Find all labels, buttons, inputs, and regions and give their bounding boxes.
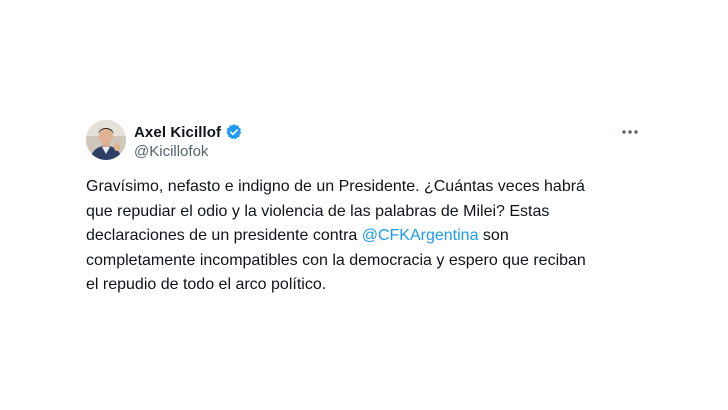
tweet-text-line: el repudio de todo el arco político. (86, 276, 327, 293)
verified-badge-icon (225, 123, 243, 141)
avatar-image (86, 120, 126, 160)
author-handle[interactable]: @Kicillofok (134, 143, 208, 160)
tweet-text: Gravísimo, nefasto e indigno de un Presi… (86, 175, 646, 298)
more-options-icon[interactable] (616, 122, 644, 142)
tweet-text-line: completamente incompatibles con la democ… (86, 251, 586, 269)
mention-link[interactable]: @CFKArgentina (362, 227, 479, 244)
tweet-text-line: declaraciones de un presidente contra @C… (86, 224, 646, 249)
author-name-row: Axel Kicillof (134, 122, 243, 142)
tweet-text-line: que repudiar el odio y la violencia de l… (86, 202, 550, 220)
tweet-card: Axel Kicillof @Kicillofok Gravísimo, nef… (0, 0, 728, 410)
author-display-name[interactable]: Axel Kicillof (134, 124, 221, 141)
profile-avatar[interactable] (86, 120, 126, 160)
tweet-text-segment: son (478, 227, 509, 244)
tweet-text-segment: declaraciones de un presidente contra (86, 227, 362, 244)
tweet-text-line: Gravísimo, nefasto e indigno de un Presi… (86, 178, 585, 195)
